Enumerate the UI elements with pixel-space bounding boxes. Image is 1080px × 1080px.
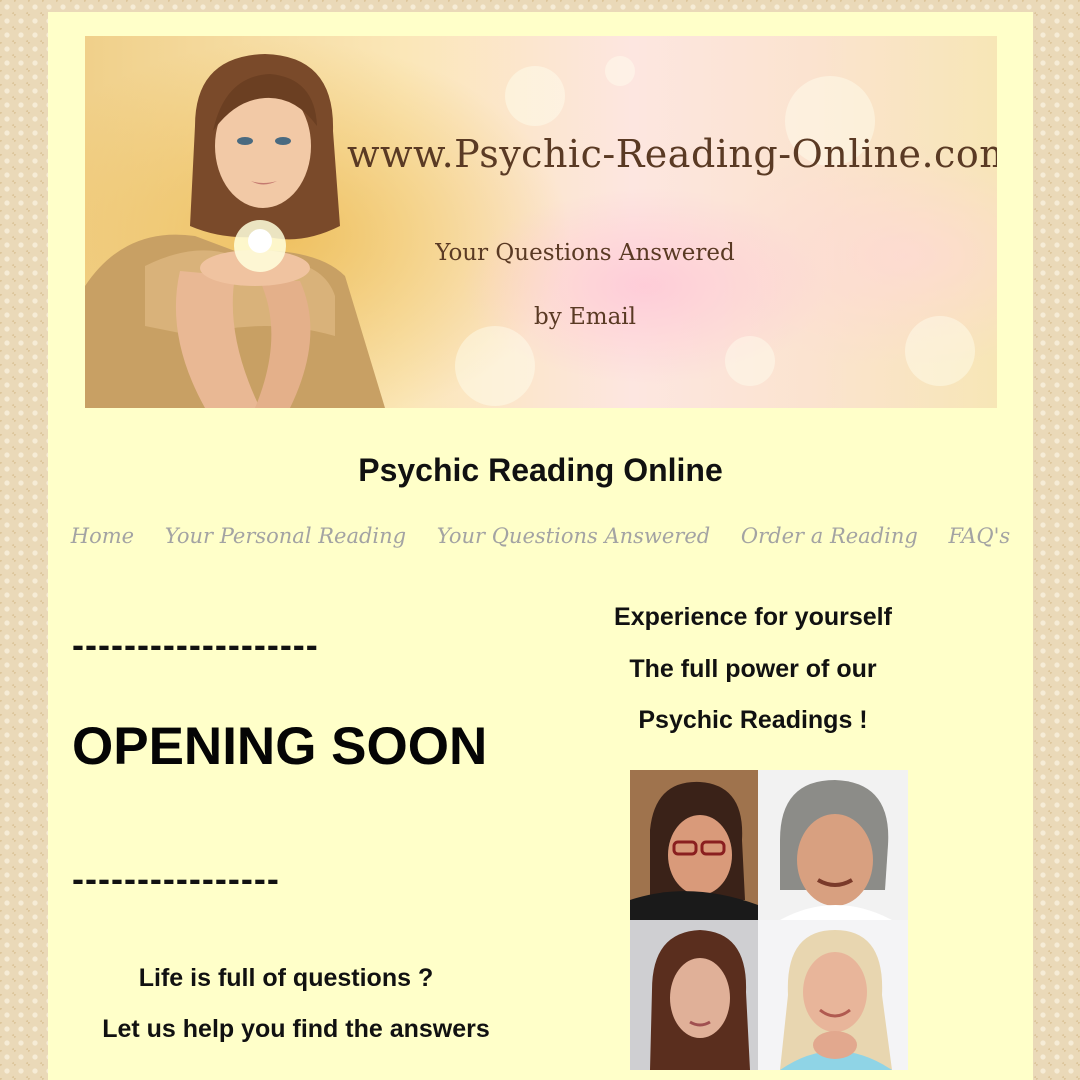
banner-tagline-2: by Email [533, 304, 637, 330]
main-nav: Home Your Personal Reading Your Question… [48, 524, 1033, 548]
psychic-photo-1[interactable] [630, 770, 758, 920]
banner-site-url: www.Psychic-Reading-Online.com [347, 132, 997, 176]
psychics-photo-grid[interactable] [630, 770, 908, 1070]
nav-item-personal-reading[interactable]: Your Personal Reading [165, 524, 406, 548]
promo-line-2: The full power of our [629, 655, 877, 683]
bokeh-light [505, 66, 565, 126]
psychic-photo-3[interactable] [630, 920, 758, 1070]
bokeh-light [905, 316, 975, 386]
bokeh-light [605, 56, 635, 86]
psychic-photo-4[interactable] [758, 920, 908, 1070]
divider-dashes-top: ------------------- [72, 624, 319, 665]
psychic-photo-2[interactable] [758, 770, 908, 920]
page-title: Psychic Reading Online [358, 452, 723, 488]
divider-dashes-bottom: ---------------- [72, 858, 280, 899]
promo-line-1: Experience for yourself [614, 603, 892, 631]
nav-item-order-reading[interactable]: Order a Reading [741, 524, 918, 548]
nav-item-home[interactable]: Home [71, 524, 134, 548]
nav-item-faq[interactable]: FAQ's [949, 524, 1011, 548]
opening-soon-heading: OPENING SOON [72, 717, 488, 776]
header-banner[interactable]: www.Psychic-Reading-Online.com Your Ques… [85, 36, 997, 408]
questions-text: Life is full of questions ? [138, 964, 434, 992]
bokeh-light [725, 336, 775, 386]
banner-tagline: Your Questions Answered [435, 240, 735, 266]
help-text: Let us help you find the answers [102, 1015, 490, 1043]
woman-portrait-image [85, 54, 385, 408]
page-content: www.Psychic-Reading-Online.com Your Ques… [48, 12, 1033, 1080]
promo-line-3: Psychic Readings ! [638, 706, 868, 734]
nav-item-questions-answered[interactable]: Your Questions Answered [437, 524, 710, 548]
bokeh-light [455, 326, 535, 406]
